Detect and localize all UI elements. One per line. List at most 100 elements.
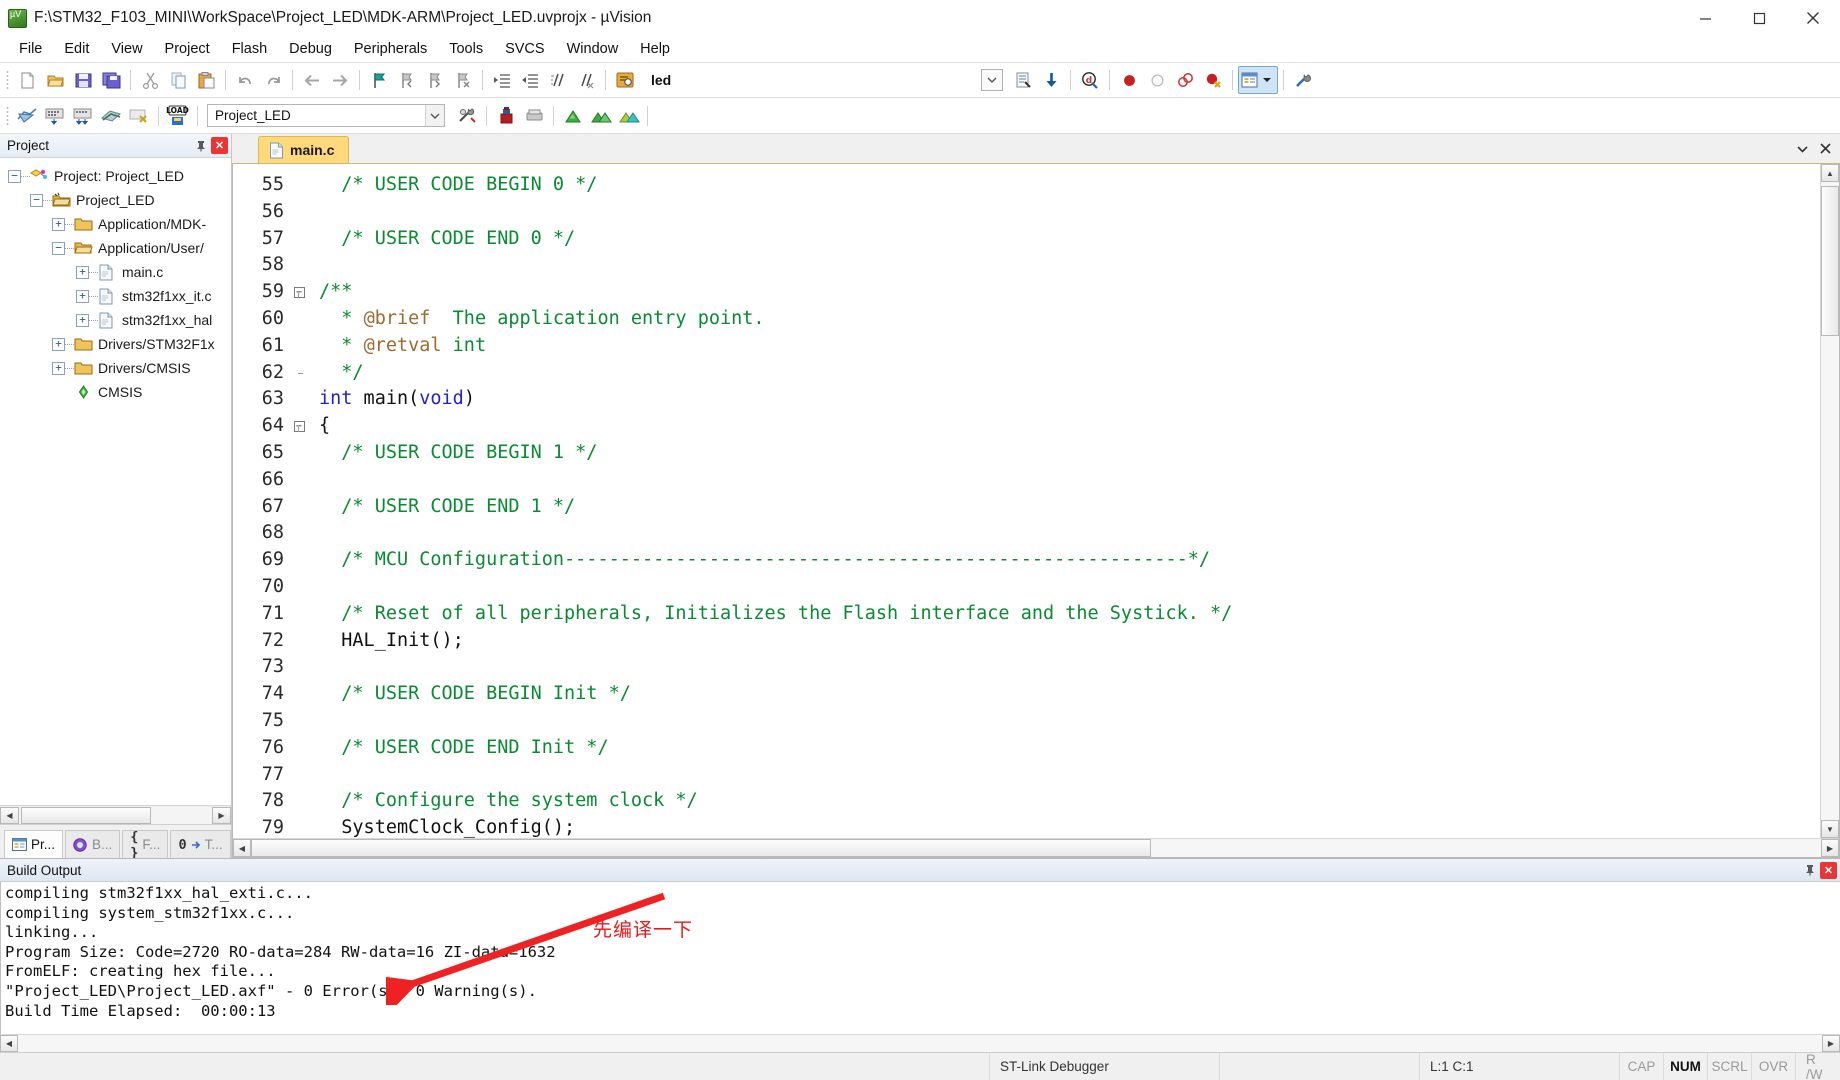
translate-file-icon[interactable]	[13, 102, 41, 130]
manage-run-time-icon[interactable]	[492, 102, 520, 130]
tree-node-drivers-stm32f1xx[interactable]: + Drivers/STM32F1x	[0, 332, 231, 356]
code-line[interactable]: 56	[233, 199, 1820, 226]
expander-icon[interactable]: +	[76, 314, 89, 327]
code-line[interactable]: 68	[233, 520, 1820, 547]
indent-decrease-icon[interactable]	[516, 66, 544, 94]
paste-icon[interactable]	[192, 66, 220, 94]
code-line[interactable]: 60 * @brief The application entry point.	[233, 306, 1820, 333]
pin-icon[interactable]	[1801, 862, 1818, 879]
fold-marker-icon[interactable]: −	[291, 287, 307, 298]
tab-templates[interactable]: 0 T...	[170, 830, 230, 858]
build-target-icon[interactable]	[41, 102, 69, 130]
code-editor[interactable]: 55 /* USER CODE BEGIN 0 */5657 /* USER C…	[232, 164, 1840, 858]
start-debug-icon[interactable]: d	[1076, 66, 1104, 94]
code-line[interactable]: 70	[233, 574, 1820, 601]
tree-node-cmsis[interactable]: CMSIS	[0, 380, 231, 404]
menu-file[interactable]: File	[8, 38, 53, 60]
maximize-button[interactable]	[1732, 0, 1786, 36]
find-in-files-icon[interactable]	[611, 66, 639, 94]
open-file-icon[interactable]	[41, 66, 69, 94]
project-tree-hscrollbar[interactable]: ◀ ▶	[0, 805, 231, 824]
expander-icon[interactable]: +	[76, 290, 89, 303]
code-line[interactable]: 78 /* Configure the system clock */	[233, 788, 1820, 815]
fold-marker-icon[interactable]: −	[291, 421, 307, 432]
hscroll-track[interactable]	[19, 807, 212, 824]
expander-icon[interactable]: +	[52, 362, 65, 375]
scroll-right-icon[interactable]: ▶	[212, 807, 231, 824]
copy-icon[interactable]	[164, 66, 192, 94]
pin-icon[interactable]	[192, 137, 209, 154]
bookmark-toggle-icon[interactable]	[365, 66, 393, 94]
build-output-hscrollbar[interactable]: ◀ ▶	[0, 1034, 1840, 1052]
close-icon[interactable]: ✕	[211, 137, 228, 154]
insert-breakpoint-icon[interactable]	[1115, 66, 1143, 94]
tree-node-stm32f1xx-it-c[interactable]: + stm32f1xx_it.c	[0, 284, 231, 308]
hscroll-thumb[interactable]	[251, 839, 1151, 857]
bookmark-clear-icon[interactable]	[449, 66, 477, 94]
scroll-right-icon[interactable]: ▶	[1822, 1035, 1840, 1052]
code-line[interactable]: 61 * @retval int	[233, 333, 1820, 360]
tree-node-main-c[interactable]: + main.c	[0, 260, 231, 284]
hscroll-track[interactable]	[18, 1035, 1822, 1052]
indent-increase-icon[interactable]	[488, 66, 516, 94]
download-icon[interactable]: LOAD	[164, 102, 192, 130]
menu-edit[interactable]: Edit	[53, 38, 100, 60]
stop-build-icon[interactable]	[125, 102, 153, 130]
tree-node-drivers-cmsis[interactable]: + Drivers/CMSIS	[0, 356, 231, 380]
navigate-forward-icon[interactable]	[326, 66, 354, 94]
bookmark-next-icon[interactable]	[421, 66, 449, 94]
pack-installer-icon[interactable]	[520, 102, 548, 130]
scroll-left-icon[interactable]: ◀	[0, 807, 19, 824]
components-icon[interactable]	[615, 102, 643, 130]
vscroll-track[interactable]	[1821, 182, 1839, 820]
tab-functions[interactable]: { } F...	[122, 830, 168, 858]
menu-svcs[interactable]: SVCS	[494, 38, 556, 60]
project-tree[interactable]: − Project: Project_LED − Project_LED	[0, 158, 231, 805]
code-line[interactable]: 59−/**	[233, 279, 1820, 306]
tab-books[interactable]: B...	[65, 830, 120, 858]
expander-icon[interactable]: −	[8, 170, 21, 183]
code-line[interactable]: 66	[233, 467, 1820, 494]
code-line[interactable]: 55 /* USER CODE BEGIN 0 */	[233, 172, 1820, 199]
toolbar-grip[interactable]	[6, 70, 9, 90]
code-line[interactable]: 72 HAL_Init();	[233, 628, 1820, 655]
expander-icon[interactable]: +	[52, 338, 65, 351]
expander-icon[interactable]: −	[52, 242, 65, 255]
scroll-down-icon[interactable]: ▼	[1821, 820, 1839, 838]
code-line[interactable]: 79 SystemClock_Config();	[233, 815, 1820, 838]
configure-icon[interactable]	[1289, 66, 1317, 94]
code-line[interactable]: 75	[233, 708, 1820, 735]
hscroll-track[interactable]	[251, 839, 1821, 857]
menu-help[interactable]: Help	[629, 38, 681, 60]
debug-settings-icon[interactable]	[1037, 66, 1065, 94]
expander-icon[interactable]: −	[30, 194, 43, 207]
rebuild-all-icon[interactable]	[69, 102, 97, 130]
target-select[interactable]: Project_LED	[207, 104, 445, 127]
tree-node-project-root[interactable]: − Project: Project_LED	[0, 164, 231, 188]
search-input[interactable]: led	[651, 72, 671, 88]
build-output-text[interactable]: compiling stm32f1xx_hal_exti.c... compil…	[0, 882, 1840, 1034]
editor-vscrollbar[interactable]: ▲ ▼	[1820, 164, 1839, 838]
document-tab-main-c[interactable]: main.c	[258, 136, 349, 163]
menu-flash[interactable]: Flash	[221, 38, 278, 60]
search-dropdown-button[interactable]	[981, 69, 1003, 91]
batch-build-icon[interactable]	[97, 102, 125, 130]
close-icon[interactable]: ✕	[1820, 862, 1837, 879]
open-build-log-icon[interactable]	[559, 102, 587, 130]
tree-node-application-mdk[interactable]: + Application/MDK-	[0, 212, 231, 236]
new-file-icon[interactable]	[13, 66, 41, 94]
cut-icon[interactable]	[136, 66, 164, 94]
bookmark-prev-icon[interactable]	[393, 66, 421, 94]
save-icon[interactable]	[69, 66, 97, 94]
menu-tools[interactable]: Tools	[438, 38, 494, 60]
tree-node-stm32f1xx-hal[interactable]: + stm32f1xx_hal	[0, 308, 231, 332]
code-line[interactable]: 76 /* USER CODE END Init */	[233, 735, 1820, 762]
code-line[interactable]: 69 /* MCU Configuration-----------------…	[233, 547, 1820, 574]
code-line[interactable]: 62 */	[233, 360, 1820, 387]
code-lines[interactable]: 55 /* USER CODE BEGIN 0 */5657 /* USER C…	[233, 164, 1820, 838]
redo-icon[interactable]	[259, 66, 287, 94]
menu-view[interactable]: View	[100, 38, 153, 60]
code-line[interactable]: 67 /* USER CODE END 1 */	[233, 494, 1820, 521]
tab-project[interactable]: Pr...	[4, 830, 63, 858]
manage-windows-icon[interactable]	[1238, 66, 1278, 94]
